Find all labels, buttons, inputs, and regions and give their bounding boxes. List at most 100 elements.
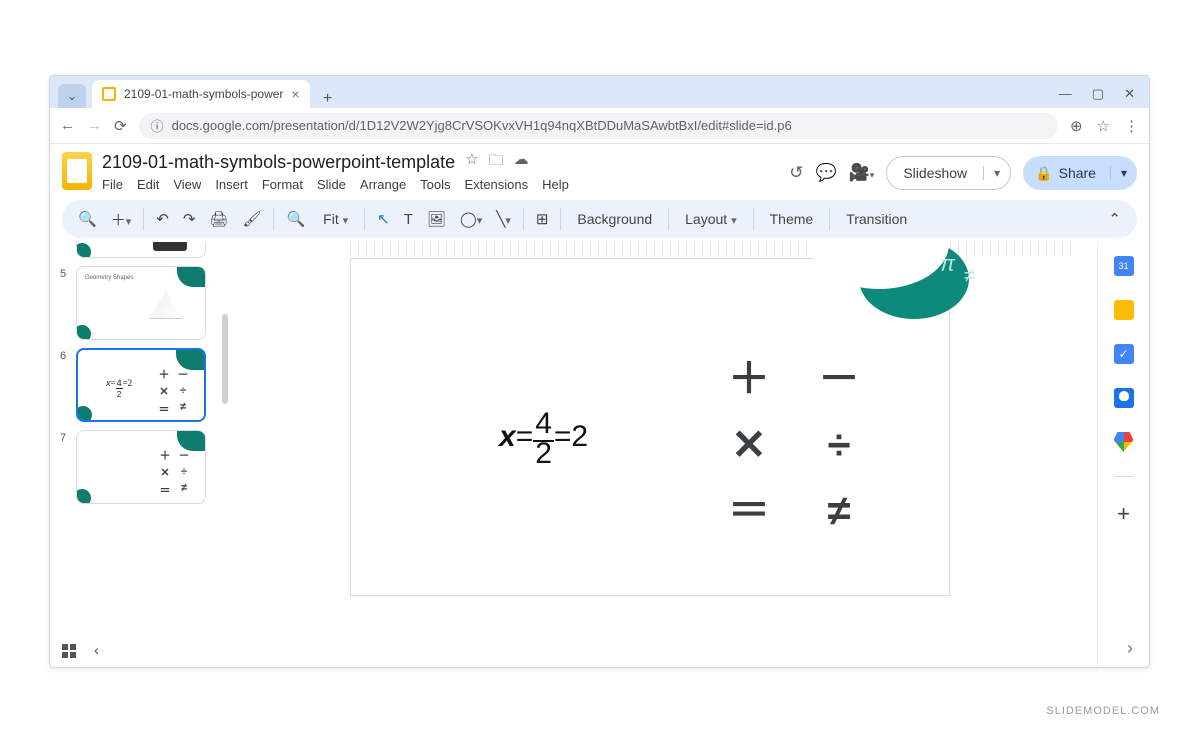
menu-insert[interactable]: Insert (215, 177, 248, 192)
slide-canvas-area[interactable]: π ≠ x=42=2 ＋ － ✕ ÷ ＝ ≠ (230, 242, 1097, 667)
slideshow-dropdown-icon[interactable]: ▾ (983, 166, 1010, 180)
filmstrip-controls: ‹ (62, 642, 99, 659)
nav-reload-icon[interactable]: ⟳ (114, 117, 127, 135)
new-slide-icon[interactable]: ＋▾ (109, 209, 134, 230)
plus-symbol[interactable]: ＋ (719, 349, 779, 409)
zoom-icon[interactable]: ⊕ (1070, 117, 1083, 135)
menubar: File Edit View Insert Format Slide Arran… (102, 177, 779, 192)
menu-file[interactable]: File (102, 177, 123, 192)
contacts-icon[interactable] (1114, 388, 1134, 408)
bookmark-icon[interactable]: ☆ (1097, 117, 1110, 135)
thumb-operators: ＋－✕÷＝≠ (158, 447, 191, 498)
redo-icon[interactable]: ↷ (181, 210, 198, 228)
filmstrip[interactable]: 5 Geometry Shapes 6 x=4=22 ＋－✕÷＝≠ (50, 242, 230, 667)
slide-thumbnail-6-selected[interactable]: x=4=22 ＋－✕÷＝≠ (76, 348, 206, 422)
browser-tabbar: ⌄ 2109-01-math-symbols-power × + — ▢ ✕ (50, 76, 1149, 108)
nav-back-icon[interactable]: ← (60, 117, 75, 134)
side-panel: + (1097, 242, 1149, 667)
layout-button[interactable]: Layout ▾ (679, 211, 742, 227)
app-header: 2109-01-math-symbols-powerpoint-template… (50, 144, 1149, 192)
textbox-icon[interactable]: T (402, 211, 415, 228)
lock-icon: 🔒 (1035, 165, 1052, 182)
window-maximize-icon[interactable]: ▢ (1092, 86, 1104, 102)
comment-add-icon[interactable]: ⊞ (534, 210, 551, 228)
browser-window: ⌄ 2109-01-math-symbols-power × + — ▢ ✕ ←… (49, 75, 1150, 668)
menu-tools[interactable]: Tools (420, 177, 450, 192)
sidepanel-collapse-icon[interactable]: › (1127, 638, 1133, 659)
window-close-icon[interactable]: ✕ (1124, 86, 1135, 102)
paint-format-icon[interactable]: 🖌 (240, 210, 263, 228)
share-dropdown-icon[interactable]: ▾ (1110, 166, 1137, 180)
addons-plus-icon[interactable]: + (1117, 501, 1130, 527)
meet-icon[interactable]: 🎥▾ (849, 163, 875, 183)
move-icon[interactable]: 🗀 (489, 150, 504, 175)
menu-arrange[interactable]: Arrange (360, 177, 406, 192)
print-icon[interactable]: 🖨 (207, 210, 230, 228)
zoom-level[interactable]: Fit ▾ (317, 211, 354, 227)
slides-logo-icon[interactable] (62, 152, 92, 190)
menu-slide[interactable]: Slide (317, 177, 346, 192)
theme-button[interactable]: Theme (764, 211, 820, 227)
history-icon[interactable]: ↺ (789, 163, 803, 183)
grid-view-icon[interactable] (62, 644, 76, 658)
workspace: 5 Geometry Shapes 6 x=4=22 ＋－✕÷＝≠ (50, 242, 1149, 667)
shape-icon[interactable]: ◯▾ (458, 210, 484, 228)
menu-extensions[interactable]: Extensions (465, 177, 529, 192)
times-symbol[interactable]: ✕ (719, 415, 779, 475)
current-slide[interactable]: π ≠ x=42=2 ＋ － ✕ ÷ ＝ ≠ (350, 258, 950, 596)
nav-forward-icon[interactable]: → (87, 117, 102, 134)
star-icon[interactable]: ☆ (465, 150, 478, 175)
tasks-icon[interactable] (1114, 344, 1134, 364)
share-button[interactable]: 🔒Share ▾ (1023, 156, 1137, 190)
slide-corner-decoration: π ≠ (809, 242, 979, 309)
select-tool-icon[interactable]: ↖ (375, 210, 392, 228)
filmstrip-scrollbar[interactable] (222, 314, 228, 404)
slides-favicon (102, 87, 116, 101)
watermark: SLIDEMODEL.COM (1046, 705, 1160, 717)
background-button[interactable]: Background (571, 211, 658, 227)
url-box[interactable]: ⓘ docs.google.com/presentation/d/1D12V2W… (139, 113, 1058, 139)
browser-menu-icon[interactable]: ⋮ (1124, 117, 1139, 135)
window-minimize-icon[interactable]: — (1059, 86, 1072, 102)
slideshow-button[interactable]: Slideshow ▾ (886, 156, 1011, 190)
calendar-icon[interactable] (1114, 256, 1134, 276)
menu-edit[interactable]: Edit (137, 177, 159, 192)
new-tab-button[interactable]: + (316, 90, 340, 108)
image-icon[interactable]: 🖼 (425, 210, 448, 228)
notequal-symbol[interactable]: ≠ (809, 481, 869, 541)
transition-button[interactable]: Transition (840, 211, 913, 227)
site-info-icon[interactable]: ⓘ (151, 116, 164, 135)
tab-close-icon[interactable]: × (291, 86, 299, 102)
menu-format[interactable]: Format (262, 177, 303, 192)
menu-help[interactable]: Help (542, 177, 569, 192)
tab-title: 2109-01-math-symbols-power (124, 87, 283, 101)
menu-view[interactable]: View (173, 177, 201, 192)
thumb-number: 7 (60, 430, 70, 444)
equals-symbol[interactable]: ＝ (719, 481, 779, 541)
browser-tab[interactable]: 2109-01-math-symbols-power × (92, 80, 310, 108)
browser-addressbar: ← → ⟳ ⓘ docs.google.com/presentation/d/1… (50, 108, 1149, 144)
tab-search-icon[interactable]: ⌄ (58, 84, 86, 108)
minus-symbol[interactable]: － (809, 349, 869, 409)
slide-thumbnail-7[interactable]: ＋－✕÷＝≠ (76, 430, 206, 504)
line-icon[interactable]: ╲▾ (494, 210, 513, 228)
cloud-status-icon[interactable]: ☁ (514, 150, 529, 175)
url-text: docs.google.com/presentation/d/1D12V2W2Y… (172, 118, 792, 133)
toolbar-collapse-icon[interactable]: ⌃ (1106, 210, 1123, 228)
undo-icon[interactable]: ↶ (154, 210, 171, 228)
keep-icon[interactable] (1114, 300, 1134, 320)
slide-thumbnail-5[interactable]: Geometry Shapes (76, 266, 206, 340)
maps-icon[interactable] (1114, 432, 1134, 452)
divide-symbol[interactable]: ÷ (809, 415, 869, 475)
equation-text[interactable]: x=42=2 (499, 409, 588, 469)
operator-grid[interactable]: ＋ － ✕ ÷ ＝ ≠ (719, 349, 869, 541)
document-title[interactable]: 2109-01-math-symbols-powerpoint-template (102, 152, 455, 173)
toolbar: 🔍 ＋▾ ↶ ↷ 🖨 🖌 🔍 Fit ▾ ↖ T 🖼 ◯▾ ╲▾ ⊞ Backg… (62, 200, 1137, 238)
prev-slide-icon[interactable]: ‹ (94, 642, 99, 659)
comments-icon[interactable]: 💬 (815, 163, 836, 183)
thumb-operators: ＋－✕÷＝≠ (157, 366, 190, 417)
slide-thumbnail-4[interactable] (76, 242, 206, 258)
zoom-tool-icon[interactable]: 🔍 (284, 210, 307, 228)
search-icon[interactable]: 🔍 (76, 210, 99, 228)
thumb-formula: x=4=22 (106, 378, 132, 399)
